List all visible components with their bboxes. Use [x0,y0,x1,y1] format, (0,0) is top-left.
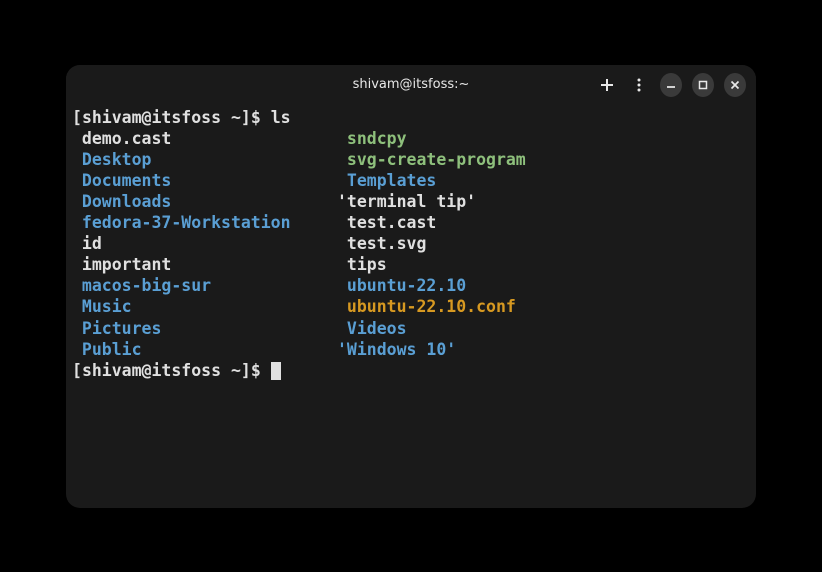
minimize-button[interactable] [660,73,682,97]
window-title: shivam@itsfoss:~ [226,77,596,92]
ls-entry: tips [337,254,750,275]
ls-entry: Documents [72,170,337,191]
prompt-line-2: [shivam@itsfoss ~]$ [72,360,750,381]
prompt-path: ~ [221,108,241,127]
ls-output: demo.cast Desktop Documents Downloads fe… [72,128,750,360]
ls-entry: Public [72,339,337,360]
ls-entry: Desktop [72,149,337,170]
ls-entry: Downloads [72,191,337,212]
prompt-user-host: shivam@itsfoss [82,361,221,380]
close-button[interactable] [724,73,746,97]
terminal-body[interactable]: [shivam@itsfoss ~]$ ls demo.cast Desktop… [66,105,756,508]
prompt-user-host: shivam@itsfoss [82,108,221,127]
cursor [271,362,281,380]
plus-icon [599,77,615,93]
terminal-window: shivam@itsfoss:~ [shivam@itsfoss ~]$ ls … [66,65,756,508]
prompt-open: [ [72,361,82,380]
ls-column-1: demo.cast Desktop Documents Downloads fe… [72,128,337,360]
prompt-open: [ [72,108,82,127]
ls-entry: test.svg [337,233,750,254]
ls-entry: ubuntu-22.10.conf [337,296,750,317]
ls-entry: test.cast [337,212,750,233]
ls-entry: fedora-37-Workstation [72,212,337,233]
ls-entry: svg-create-program [337,149,750,170]
ls-column-2: sndcpy svg-create-program Templates'term… [337,128,750,360]
ls-entry: id [72,233,337,254]
ls-entry: Music [72,296,337,317]
prompt-line-1: [shivam@itsfoss ~]$ ls [72,107,750,128]
minimize-icon [664,78,678,92]
prompt-close: ]$ [241,361,271,380]
ls-entry: sndcpy [337,128,750,149]
ls-entry: Templates [337,170,750,191]
typed-command: ls [271,108,291,127]
new-tab-button[interactable] [596,73,618,97]
ls-entry: 'Windows 10' [337,339,750,360]
ls-entry: important [72,254,337,275]
ls-entry: demo.cast [72,128,337,149]
maximize-icon [696,78,710,92]
titlebar: shivam@itsfoss:~ [66,65,756,105]
ls-entry: macos-big-sur [72,275,337,296]
ls-entry: 'terminal tip' [337,191,750,212]
kebab-menu-icon [631,77,647,93]
maximize-button[interactable] [692,73,714,97]
ls-entry: Pictures [72,318,337,339]
prompt-close: ]$ [241,108,271,127]
close-icon [728,78,742,92]
window-controls [596,73,746,97]
ls-entry: Videos [337,318,750,339]
prompt-path: ~ [221,361,241,380]
ls-entry: ubuntu-22.10 [337,275,750,296]
menu-button[interactable] [628,73,650,97]
